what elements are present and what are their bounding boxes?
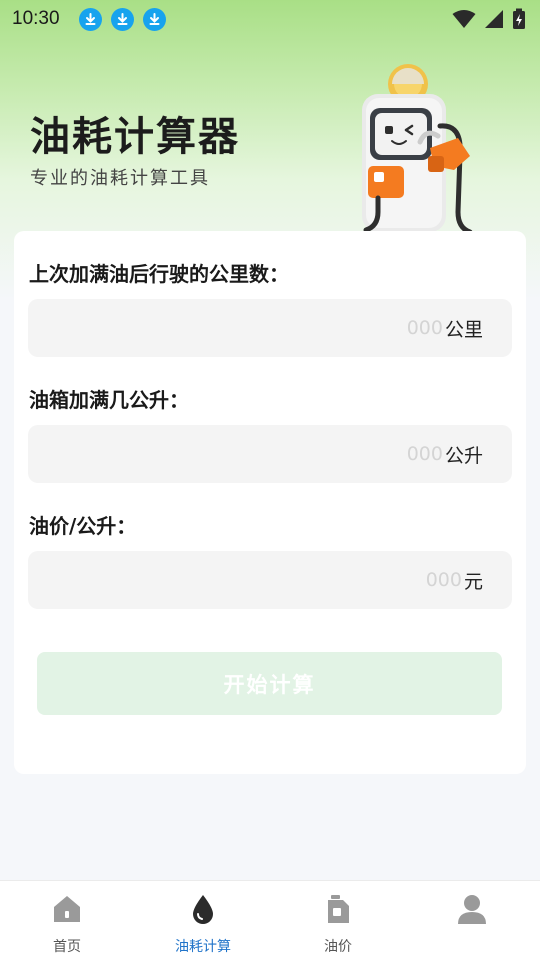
- distance-field[interactable]: 公里: [28, 299, 512, 357]
- tab-label-fuel-calculator: 油耗计算: [175, 939, 231, 955]
- start-calculation-button[interactable]: 开始计算: [37, 652, 502, 715]
- distance-unit: 公里: [444, 318, 483, 341]
- download-icon: [142, 7, 166, 31]
- tab-fuel-calculator[interactable]: 油耗计算: [143, 881, 263, 960]
- signal-icon: [485, 10, 503, 28]
- status-time: 10:30: [12, 8, 60, 29]
- home-icon: [54, 896, 80, 922]
- profile-icon: [458, 895, 486, 924]
- calculator-card: 上次加满油后行驶的公里数： 公里 油箱加满几公升： 公升 油价/公升： 元 开始…: [14, 231, 526, 774]
- tab-label-oil-price: 油价: [324, 939, 352, 955]
- fuel-field[interactable]: 公升: [28, 425, 512, 483]
- bottom-tab-bar: 首页 油耗计算 油价: [0, 880, 540, 960]
- download-icon: [110, 7, 134, 31]
- distance-label: 上次加满油后行驶的公里数：: [29, 262, 289, 286]
- page-title: 油耗计算器: [30, 114, 240, 160]
- battery-charging-icon: [513, 8, 525, 29]
- oil-drop-icon: [193, 895, 213, 924]
- fuel-pump-robot-mascot: [362, 64, 473, 234]
- price-unit: 元: [463, 570, 483, 593]
- tab-home[interactable]: 首页: [7, 881, 127, 960]
- status-icons: [452, 8, 526, 30]
- status-bar: 10:30: [0, 0, 540, 38]
- tab-label-home: 首页: [53, 939, 81, 955]
- fuel-unit: 公升: [444, 444, 483, 467]
- download-icon: [78, 7, 102, 31]
- page-subtitle: 专业的油耗计算工具: [30, 168, 210, 189]
- fuel-can-icon: [328, 895, 349, 923]
- price-input[interactable]: [161, 569, 462, 591]
- distance-input[interactable]: [142, 317, 443, 339]
- tab-profile[interactable]: [412, 881, 532, 960]
- tab-oil-price[interactable]: 油价: [278, 881, 398, 960]
- fuel-label: 油箱加满几公升：: [29, 388, 189, 412]
- wifi-icon: [452, 10, 476, 28]
- fuel-input[interactable]: [142, 443, 443, 465]
- price-label: 油价/公升：: [29, 514, 137, 538]
- price-field[interactable]: 元: [28, 551, 512, 609]
